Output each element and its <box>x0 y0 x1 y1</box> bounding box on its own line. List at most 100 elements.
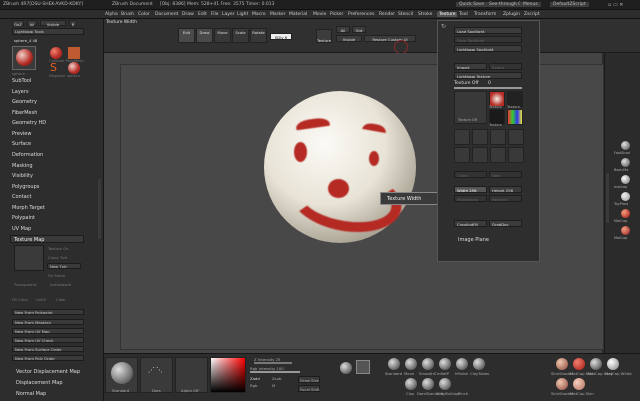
color-picker[interactable] <box>210 357 246 393</box>
texture-slot[interactable] <box>490 147 506 163</box>
panel-refresh-icon[interactable]: ↻ <box>441 23 446 30</box>
rgb-intensity-slider[interactable] <box>250 371 300 373</box>
section-uv-map[interactable]: UV Map <box>12 226 31 232</box>
menu-stencil[interactable]: Stencil <box>398 12 413 17</box>
move-button[interactable]: Move <box>214 28 231 43</box>
section-geometry[interactable]: Geometry <box>12 99 37 105</box>
new-from-surface-order-button[interactable]: New From Surface Order <box>12 346 84 352</box>
sdiv-slider[interactable]: SDiv 6 <box>270 33 292 40</box>
zsub-toggle[interactable]: Zsub <box>272 376 281 381</box>
menu-tool[interactable]: Tool <box>459 12 468 17</box>
image-plane-section[interactable]: Image Plane <box>458 237 489 243</box>
menu-edit[interactable]: Edit <box>198 12 207 17</box>
material-toyplastic-icon[interactable] <box>621 192 630 201</box>
new-button[interactable]: New <box>489 171 522 178</box>
menu-document[interactable]: Document <box>155 12 178 17</box>
goz-button[interactable]: GoZ <box>12 20 24 27</box>
menu-material[interactable]: Material <box>289 12 307 17</box>
material-matcap-red-icon[interactable] <box>621 209 630 218</box>
texture-map-header[interactable]: Texture Map <box>10 235 84 243</box>
texture-slot[interactable] <box>508 129 524 145</box>
section-masking[interactable]: Masking <box>12 163 33 169</box>
section-preview[interactable]: Preview <box>12 131 31 137</box>
draw-button[interactable]: Draw <box>196 28 213 43</box>
section-morph-target[interactable]: Morph Target <box>12 205 45 211</box>
section-geometry-hd[interactable]: Geometry HD <box>12 120 46 126</box>
matcap-white-material-icon[interactable] <box>607 358 619 370</box>
zadd-toggle[interactable]: Zadd <box>250 376 260 381</box>
r-button[interactable]: R <box>69 20 77 27</box>
visible-tools-button[interactable]: Visible <box>40 20 66 27</box>
import-button[interactable]: Import <box>454 63 487 70</box>
material-fastshader-icon[interactable] <box>621 141 630 150</box>
texture-thumb-color[interactable] <box>507 109 523 125</box>
matcap-red-material-icon[interactable] <box>573 358 585 370</box>
menu-layer[interactable]: Layer <box>222 12 235 17</box>
texture-slot[interactable] <box>490 129 506 145</box>
export-button[interactable]: Export <box>489 63 522 70</box>
grd-button[interactable]: Grd <box>352 26 366 33</box>
rotate-button[interactable]: Rotate <box>250 28 267 43</box>
clay-brush-icon[interactable] <box>405 378 417 390</box>
grab-doc-button[interactable]: GrabDoc <box>489 220 522 227</box>
matcap-gray-material-icon[interactable] <box>590 358 602 370</box>
remove-button[interactable]: Remove <box>489 195 522 202</box>
fill-color-button[interactable]: Fill Color <box>12 297 28 302</box>
clone-txtr-button[interactable]: Clone Txtr <box>48 255 68 260</box>
menu-macro[interactable]: Macro <box>252 12 266 17</box>
rgb-toggle[interactable]: Rgb <box>250 383 257 388</box>
left-scrollbar[interactable] <box>98 179 101 239</box>
section-fibermesh[interactable]: FiberMesh <box>12 110 37 116</box>
transparent-toggle[interactable]: Transparent <box>14 282 36 287</box>
menu-draw[interactable]: Draw <box>182 12 194 17</box>
menu-alpha[interactable]: Alpha <box>105 12 118 17</box>
texture-button[interactable]: Texture <box>316 29 332 43</box>
texture-slot[interactable] <box>508 147 524 163</box>
new-from-polypaint-button[interactable]: New From Polypaint <box>12 309 84 315</box>
edit-button[interactable]: Edit <box>178 28 195 43</box>
load-spotlight-button[interactable]: Load Spotlight <box>454 27 522 34</box>
right-scrollbar[interactable] <box>606 173 609 223</box>
new-from-uv-check-button[interactable]: New From UV Check <box>12 337 84 343</box>
menus-button[interactable]: Menus <box>520 2 541 7</box>
section-polygroups[interactable]: Polygroups <box>12 184 39 190</box>
texture-map-thumb[interactable] <box>14 245 44 271</box>
window-controls-icon[interactable]: ▫ ▭ ✕ <box>608 2 623 8</box>
menu-transform[interactable]: Transform <box>474 12 496 17</box>
section-polypaint[interactable]: Polypaint <box>12 215 35 221</box>
texture-on-toggle[interactable]: Texture On <box>48 246 69 251</box>
menu-texture[interactable]: Texture <box>437 12 458 17</box>
section-normal-map[interactable]: Normal Map <box>16 391 46 397</box>
inflat-brush-icon[interactable] <box>439 358 451 370</box>
smooth-brush-icon[interactable] <box>422 358 434 370</box>
save-spotlight-button[interactable]: Save Spotlight <box>454 36 522 43</box>
texture-slot[interactable] <box>454 129 470 145</box>
texture-slot[interactable] <box>472 147 488 163</box>
menu-stroke[interactable]: Stroke <box>418 12 432 17</box>
section-visibility[interactable]: Visibility <box>12 173 33 179</box>
brush-icon[interactable] <box>340 362 352 374</box>
menu-brush[interactable]: Brush <box>121 12 134 17</box>
section-subtool[interactable]: SubTool <box>12 78 31 84</box>
current-tool-thumb[interactable] <box>12 46 36 70</box>
section-deformation[interactable]: Deformation <box>12 152 43 158</box>
z-intensity-slider[interactable] <box>254 362 292 364</box>
unfill-button[interactable]: Unfill <box>36 297 46 302</box>
menu-preferences[interactable]: Preferences <box>348 12 374 17</box>
lightbox-texture-button[interactable]: Lightbox▸ Texture <box>454 72 522 79</box>
quicksave-button[interactable]: Quick Save <box>456 2 488 7</box>
height-slider[interactable]: Height 256 <box>489 186 522 193</box>
section-layers[interactable]: Layers <box>12 89 29 95</box>
alpha-thumb[interactable]: Alpha Off <box>175 357 208 393</box>
damstandard-brush-icon[interactable] <box>422 378 434 390</box>
new-txtr-button[interactable]: New Txtr <box>47 263 81 269</box>
focal-shift-slider[interactable]: Focal Shift <box>298 385 320 392</box>
move-brush-icon[interactable] <box>405 358 417 370</box>
m-toggle[interactable]: M <box>272 383 275 388</box>
antialiased-toggle[interactable]: Antialiased <box>50 282 71 287</box>
material-matcap-icon[interactable] <box>621 175 630 184</box>
all-button[interactable]: All <box>336 26 350 33</box>
standard-brush-icon[interactable] <box>388 358 400 370</box>
menu-marker[interactable]: Marker <box>270 12 286 17</box>
seethrough-slider[interactable]: See-through 0 <box>486 2 524 7</box>
